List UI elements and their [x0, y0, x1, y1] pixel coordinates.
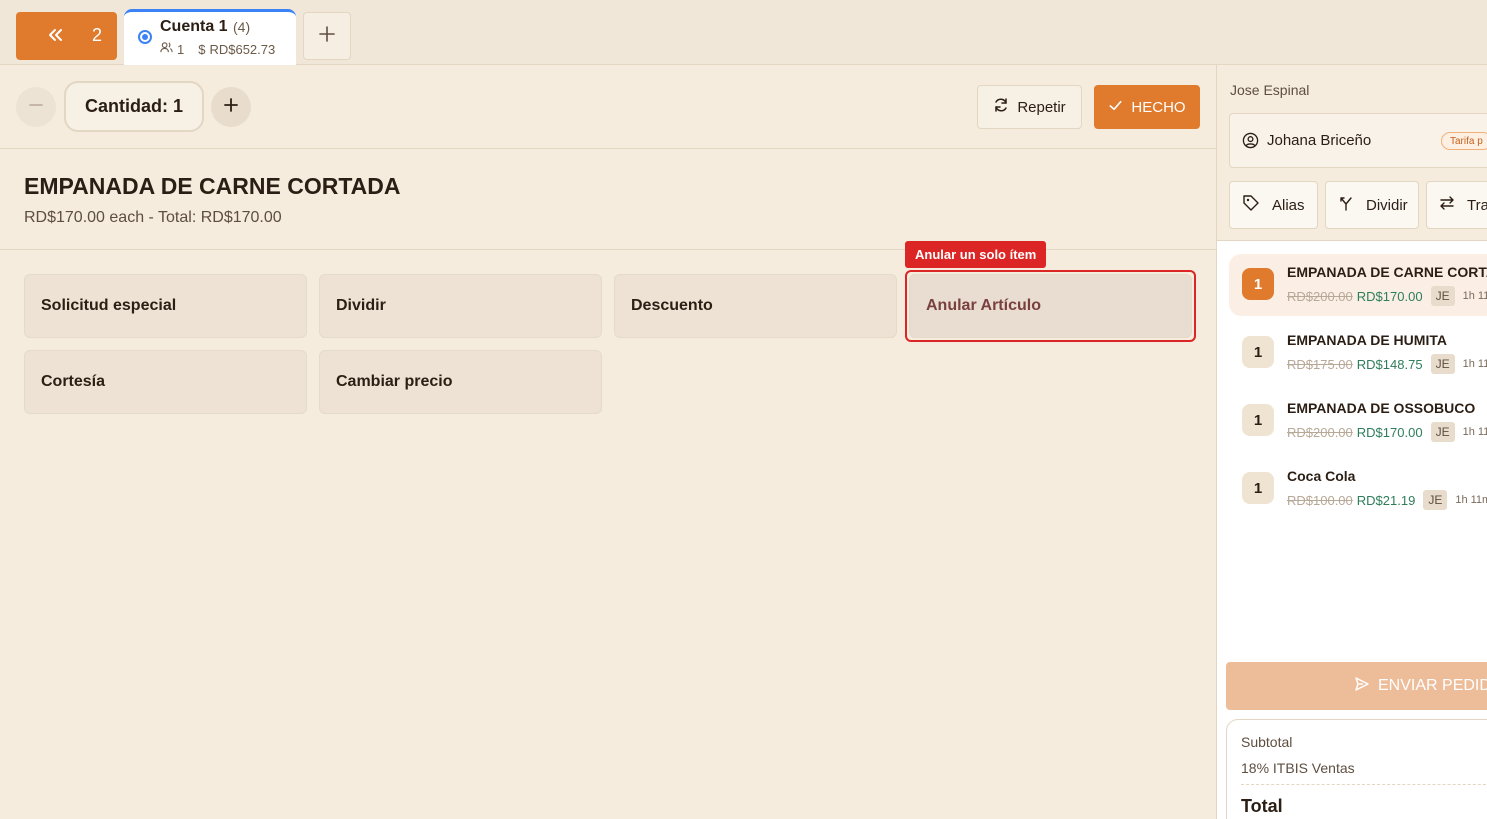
user-circle-icon	[1242, 132, 1259, 154]
item-header: EMPANADA DE CARNE CORTADA RD$170.00 each…	[0, 150, 1216, 250]
change-price-button[interactable]: Cambiar precio	[319, 350, 602, 414]
double-chevron-left-icon	[46, 25, 66, 50]
tab-meta: 1 $ RD$652.73	[160, 41, 275, 57]
order-item-qty: 1	[1242, 336, 1274, 368]
tab-amount: RD$652.73	[209, 41, 276, 57]
order-panel: Jose Espinal Johana Briceño Tarifa p Ali…	[1216, 65, 1487, 819]
order-item-prices: RD$100.00 RD$21.19 JE 1h 11m	[1287, 490, 1487, 510]
refresh-icon	[993, 97, 1009, 117]
tab-item-count: (4)	[233, 19, 251, 35]
transfer-icon	[1439, 195, 1455, 215]
order-item-new-price: RD$21.19	[1356, 492, 1416, 508]
radio-selected-icon	[138, 30, 152, 44]
customer-card[interactable]: Johana Briceño Tarifa p	[1229, 113, 1487, 168]
send-order-label: ENVIAR PEDID	[1378, 677, 1487, 694]
order-item-name: EMPANADA DE HUMITA	[1287, 332, 1447, 348]
rate-badge: Tarifa p	[1441, 132, 1487, 150]
guests-icon	[160, 41, 173, 57]
totals-divider	[1241, 784, 1487, 785]
order-item[interactable]: 1 EMPANADA DE OSSOBUCO RD$200.00 RD$170.…	[1229, 390, 1487, 452]
plus-icon	[223, 97, 239, 118]
minus-icon	[28, 97, 44, 118]
totals-card: Subtotal 18% ITBIS Ventas Total	[1226, 719, 1487, 819]
order-item-old-price: RD$100.00	[1287, 492, 1353, 508]
tabs-count: 2	[92, 25, 103, 45]
order-item-user: JE	[1430, 286, 1455, 306]
repeat-label: Repetir	[1017, 98, 1066, 116]
tag-icon	[1242, 194, 1260, 216]
special-request-button[interactable]: Solicitud especial	[24, 274, 307, 338]
top-bar: 2 Cuenta 1 (4) 1 $ RD$652.73	[0, 0, 1487, 65]
check-icon	[1108, 98, 1123, 117]
order-item-old-price: RD$175.00	[1287, 356, 1353, 372]
plus-icon	[318, 25, 336, 48]
void-item-button[interactable]: Anular Artículo	[909, 274, 1192, 338]
order-item-new-price: RD$148.75	[1356, 356, 1423, 372]
order-item[interactable]: 1 EMPANADA DE CARNE CORTA RD$200.00 RD$1…	[1229, 254, 1487, 316]
subtotal-label: Subtotal	[1241, 734, 1293, 750]
order-item-time: 1h 11m	[1455, 494, 1487, 506]
dollar-icon: $	[198, 41, 206, 57]
void-item-tooltip: Anular un solo ítem	[905, 241, 1047, 268]
order-item-name: EMPANADA DE OSSOBUCO	[1287, 400, 1476, 416]
transfer-label: Tra	[1467, 196, 1487, 214]
order-item[interactable]: 1 EMPANADA DE HUMITA RD$175.00 RD$148.75…	[1229, 322, 1487, 384]
order-item[interactable]: 1 Coca Cola RD$100.00 RD$21.19 JE 1h 11m	[1229, 458, 1487, 520]
quantity-toolbar: Cantidad: 1 Repetir HECHO	[0, 65, 1216, 149]
order-item-prices: RD$200.00 RD$170.00 JE 1h 11	[1287, 286, 1487, 306]
guests-count: 1	[177, 41, 185, 57]
split-item-button[interactable]: Dividir	[319, 274, 602, 338]
order-item-qty: 1	[1242, 472, 1274, 504]
transfer-button[interactable]: Tra	[1426, 181, 1487, 229]
order-item-old-price: RD$200.00	[1287, 424, 1353, 440]
order-item-time: 1h 11r	[1462, 358, 1487, 370]
order-item-user: JE	[1423, 490, 1448, 510]
order-item-qty: 1	[1242, 268, 1274, 300]
total-label: Total	[1241, 796, 1283, 816]
order-item-user: JE	[1430, 354, 1455, 374]
customer-name: Johana Briceño	[1267, 132, 1372, 149]
increase-quantity-button[interactable]	[211, 87, 251, 127]
split-label: Dividir	[1366, 196, 1408, 214]
done-label: HECHO	[1131, 98, 1186, 116]
order-item-time: 1h 11	[1462, 290, 1487, 302]
tab-cuenta-1[interactable]: Cuenta 1 (4) 1 $ RD$652.73	[124, 9, 296, 65]
alias-label: Alias	[1272, 196, 1305, 214]
send-order-button[interactable]: ENVIAR PEDID	[1226, 662, 1487, 710]
split-icon	[1338, 195, 1354, 215]
order-panel-header: Jose Espinal Johana Briceño Tarifa p Ali…	[1217, 65, 1487, 241]
done-button[interactable]: HECHO	[1094, 85, 1200, 129]
order-item-user: JE	[1430, 422, 1455, 442]
courtesy-button[interactable]: Cortesía	[24, 350, 307, 414]
add-tab-button[interactable]	[303, 12, 351, 60]
discount-button[interactable]: Descuento	[614, 274, 897, 338]
send-icon	[1354, 676, 1370, 697]
split-check-button[interactable]: Dividir	[1325, 181, 1419, 229]
repeat-button[interactable]: Repetir	[977, 85, 1082, 129]
order-item-prices: RD$175.00 RD$148.75 JE 1h 11r	[1287, 354, 1487, 374]
decrease-quantity-button[interactable]	[16, 87, 56, 127]
tax-label: 18% ITBIS Ventas	[1241, 760, 1355, 776]
order-item-name: EMPANADA DE CARNE CORTA	[1287, 264, 1487, 280]
item-title: EMPANADA DE CARNE CORTADA	[24, 173, 401, 199]
order-item-time: 1h 11r	[1462, 426, 1487, 438]
order-item-prices: RD$200.00 RD$170.00 JE 1h 11r	[1287, 422, 1487, 442]
order-item-qty: 1	[1242, 404, 1274, 436]
order-item-name: Coca Cola	[1287, 468, 1356, 484]
quantity-display: Cantidad: 1	[64, 81, 204, 132]
item-price-summary: RD$170.00 each - Total: RD$170.00	[24, 209, 282, 226]
alias-button[interactable]: Alias	[1229, 181, 1318, 229]
waiter-name: Jose Espinal	[1230, 82, 1310, 98]
order-item-new-price: RD$170.00	[1356, 424, 1423, 440]
tab-title: Cuenta 1	[160, 18, 228, 35]
order-item-old-price: RD$200.00	[1287, 288, 1353, 304]
collapse-tabs-button[interactable]: 2	[16, 12, 117, 60]
order-item-new-price: RD$170.00	[1356, 288, 1423, 304]
